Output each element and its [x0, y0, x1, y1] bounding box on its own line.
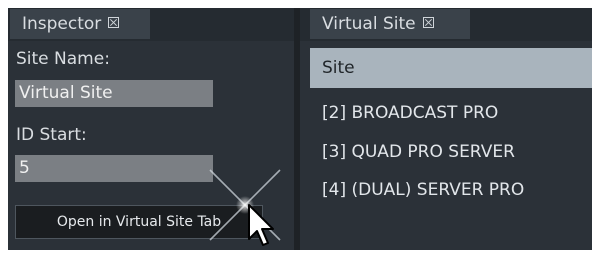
list-item[interactable]: [3] QUAD PRO SERVER — [322, 142, 515, 162]
site-column-header[interactable]: Site — [310, 48, 592, 88]
id-start-label: ID Start: — [16, 125, 87, 145]
tab-virtual-site[interactable]: Virtual Site — [310, 9, 470, 39]
application-window: Inspector Site Name: Virtual Site ID Sta… — [0, 0, 592, 258]
virtual-site-panel — [300, 8, 592, 250]
site-name-field[interactable]: Virtual Site — [15, 80, 213, 107]
site-name-label: Site Name: — [16, 49, 110, 69]
close-icon[interactable] — [422, 16, 434, 28]
mouse-pointer-icon — [248, 204, 274, 246]
tab-inspector[interactable]: Inspector — [10, 9, 150, 39]
close-icon[interactable] — [108, 16, 120, 28]
tab-virtual-site-label: Virtual Site — [322, 14, 416, 34]
id-start-field[interactable]: 5 — [15, 155, 213, 182]
highlight-sparkle-icon — [209, 169, 281, 241]
list-item[interactable]: [2] BROADCAST PRO — [322, 103, 498, 123]
tab-inspector-label: Inspector — [22, 14, 102, 34]
list-item[interactable]: [4] (DUAL) SERVER PRO — [322, 180, 524, 200]
